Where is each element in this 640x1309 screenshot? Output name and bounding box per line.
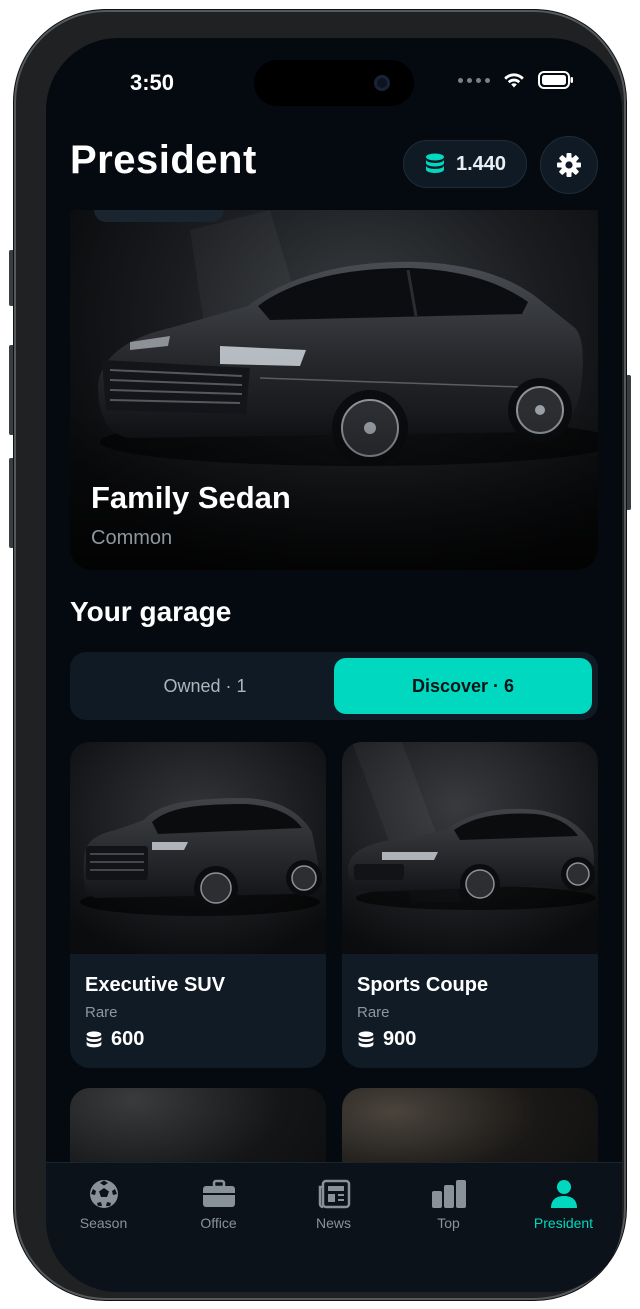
garage-segmented-control: Owned · 1 Discover · 6 bbox=[70, 652, 598, 720]
car-card[interactable]: Sports Coupe Rare 900 bbox=[342, 742, 598, 1068]
sedan-car-image bbox=[70, 210, 598, 570]
coins-icon bbox=[358, 1030, 374, 1047]
bottom-tab-bar: Season Office News Top President bbox=[46, 1162, 622, 1292]
coin-balance-pill[interactable]: 1.440 bbox=[403, 140, 527, 188]
featured-car-rarity: Common bbox=[91, 527, 173, 549]
car-price-value: 900 bbox=[383, 1028, 417, 1050]
tab-top[interactable]: Top bbox=[391, 1179, 506, 1231]
tab-president[interactable]: President bbox=[506, 1179, 621, 1231]
tab-label: News bbox=[315, 1215, 351, 1231]
briefcase-icon bbox=[202, 1179, 235, 1207]
app-screen: 3:50 President 1.440 Family Sedan Common… bbox=[46, 38, 622, 1292]
suv-car-image bbox=[70, 742, 326, 954]
coin-balance-value: 1.440 bbox=[455, 152, 507, 175]
cellular-signal-icon bbox=[458, 77, 490, 83]
bar-chart-icon bbox=[431, 1180, 466, 1208]
battery-icon bbox=[538, 71, 573, 89]
soccer-ball-icon bbox=[89, 1180, 118, 1208]
featured-car-card[interactable]: Family Sedan Common bbox=[70, 210, 598, 570]
tab-office[interactable]: Office bbox=[161, 1179, 276, 1231]
car-price-value: 600 bbox=[111, 1028, 145, 1050]
car-rarity: Rare bbox=[357, 1004, 390, 1021]
dynamic-island bbox=[254, 60, 414, 106]
tab-label: Season bbox=[79, 1215, 128, 1231]
status-time: 3:50 bbox=[130, 70, 175, 95]
camera-icon bbox=[374, 75, 390, 91]
newspaper-icon bbox=[318, 1179, 350, 1209]
phone-frame: 3:50 President 1.440 Family Sedan Common… bbox=[14, 10, 626, 1300]
page-title: President bbox=[70, 138, 257, 182]
gear-icon bbox=[557, 153, 581, 177]
tab-label: Top bbox=[437, 1215, 460, 1231]
coupe-car-image bbox=[342, 742, 598, 954]
person-icon bbox=[550, 1180, 577, 1208]
car-card[interactable]: Executive SUV Rare 600 bbox=[70, 742, 326, 1068]
tab-discover[interactable]: Discover · 6 bbox=[334, 658, 592, 714]
wifi-icon bbox=[504, 73, 524, 88]
car-rarity: Rare bbox=[85, 1004, 118, 1021]
car-name: Sports Coupe bbox=[357, 974, 489, 996]
tab-label: President bbox=[533, 1215, 594, 1231]
settings-button[interactable] bbox=[540, 136, 598, 194]
power-button bbox=[626, 375, 631, 510]
coins-icon bbox=[425, 153, 444, 173]
featured-car-name: Family Sedan bbox=[91, 480, 291, 515]
tab-owned[interactable]: Owned · 1 bbox=[76, 658, 334, 714]
tab-news[interactable]: News bbox=[276, 1179, 391, 1231]
car-name: Executive SUV bbox=[85, 974, 226, 996]
tab-label: Office bbox=[200, 1215, 237, 1231]
car-price: 900 bbox=[357, 1028, 416, 1051]
garage-section-title: Your garage bbox=[70, 596, 232, 627]
car-price: 600 bbox=[85, 1028, 144, 1051]
status-icons bbox=[458, 71, 574, 89]
tab-season[interactable]: Season bbox=[46, 1179, 161, 1231]
coins-icon bbox=[86, 1030, 102, 1047]
